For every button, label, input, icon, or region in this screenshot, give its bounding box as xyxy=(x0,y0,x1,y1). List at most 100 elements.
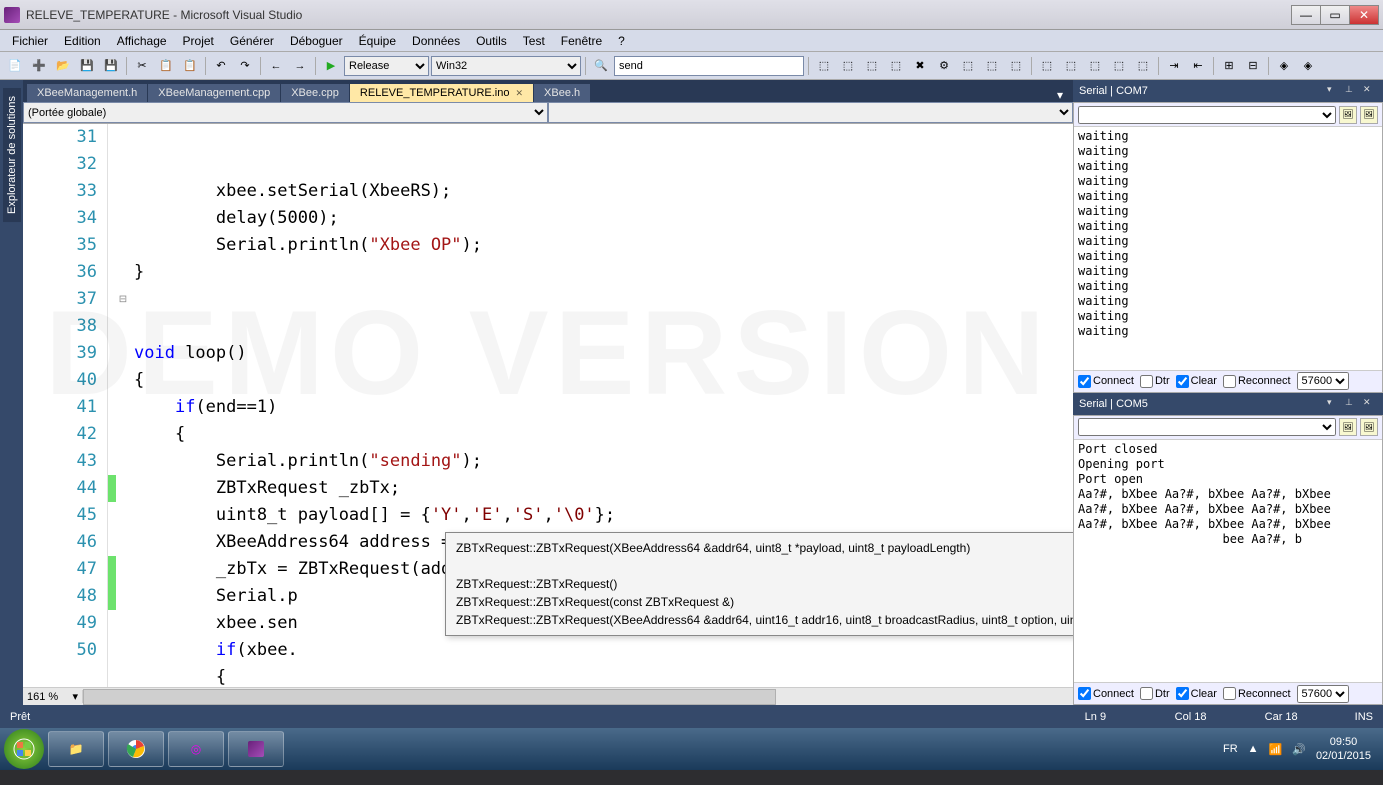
save-all-icon[interactable]: 💾 xyxy=(100,55,122,77)
connect-checkbox[interactable]: Connect xyxy=(1078,375,1134,388)
task-explorer[interactable]: 📁 xyxy=(48,731,104,767)
tb-icon-8[interactable]: ⬚ xyxy=(981,55,1003,77)
cut-icon[interactable]: ✂ xyxy=(131,55,153,77)
add-item-icon[interactable]: ➕ xyxy=(28,55,50,77)
menu-projet[interactable]: Projet xyxy=(175,32,222,50)
doc-tab[interactable]: XBeeManagement.cpp xyxy=(148,84,281,102)
reconnect-checkbox[interactable]: Reconnect xyxy=(1223,375,1291,388)
menu-générer[interactable]: Générer xyxy=(222,32,282,50)
config-select[interactable]: Release xyxy=(344,56,429,76)
tb-icon-12[interactable]: ⬚ xyxy=(1084,55,1106,77)
tb-icon-6[interactable]: ⚙ xyxy=(933,55,955,77)
doc-tab[interactable]: RELEVE_TEMPERATURE.ino✕ xyxy=(350,84,534,102)
comment-icon[interactable]: ⊞ xyxy=(1218,55,1240,77)
tabs-dropdown-icon[interactable]: ▾ xyxy=(1051,88,1069,102)
save-icon[interactable]: 💾 xyxy=(76,55,98,77)
serial-com5-output[interactable]: Port closed Opening port Port open Aa?#‚… xyxy=(1074,440,1382,683)
dtr-checkbox[interactable]: Dtr xyxy=(1140,375,1170,388)
connect-checkbox[interactable]: Connect xyxy=(1078,687,1134,700)
indent-icon[interactable]: ⇥ xyxy=(1163,55,1185,77)
menu-équipe[interactable]: Équipe xyxy=(351,32,404,50)
serial-icon-1[interactable]: 🖼 xyxy=(1339,106,1357,124)
platform-select[interactable]: Win32 xyxy=(431,56,581,76)
uncomment-icon[interactable]: ⊟ xyxy=(1242,55,1264,77)
serial-com7-output[interactable]: waiting waiting waiting waiting waiting … xyxy=(1074,127,1382,370)
doc-tab[interactable]: XBee.h xyxy=(534,84,591,102)
menu-données[interactable]: Données xyxy=(404,32,468,50)
tray-network-icon[interactable]: 📶 xyxy=(1269,743,1283,756)
taskbar-clock[interactable]: 09:50 02/01/2015 xyxy=(1316,735,1371,763)
member-dropdown[interactable] xyxy=(548,102,1073,123)
clear-checkbox[interactable]: Clear xyxy=(1176,375,1217,388)
scope-dropdown[interactable]: (Portée globale) xyxy=(23,102,548,123)
serial-com7-input[interactable] xyxy=(1078,106,1336,124)
tb-icon-10[interactable]: ⬚ xyxy=(1036,55,1058,77)
bookmark-icon[interactable]: ◈ xyxy=(1273,55,1295,77)
menu-?[interactable]: ? xyxy=(610,32,633,50)
new-project-icon[interactable]: 📄 xyxy=(4,55,26,77)
horizontal-scrollbar[interactable]: 161 %▾ xyxy=(23,687,1073,705)
hscroll-thumb[interactable] xyxy=(83,689,776,705)
zoom-level[interactable]: 161 %▾ xyxy=(23,690,83,703)
open-icon[interactable]: 📂 xyxy=(52,55,74,77)
tb-icon-9[interactable]: ⬚ xyxy=(1005,55,1027,77)
nav-back-icon[interactable]: ← xyxy=(265,55,287,77)
language-indicator[interactable]: FR xyxy=(1223,743,1238,755)
doc-tab[interactable]: XBee.cpp xyxy=(281,84,350,102)
serial-com5-input[interactable] xyxy=(1078,418,1336,436)
tb-icon-11[interactable]: ⬚ xyxy=(1060,55,1082,77)
dtr-checkbox[interactable]: Dtr xyxy=(1140,687,1170,700)
tb-icon-4[interactable]: ⬚ xyxy=(885,55,907,77)
menu-test[interactable]: Test xyxy=(515,32,553,50)
serial-icon-2[interactable]: 🖼 xyxy=(1360,418,1378,436)
paste-icon[interactable]: 📋 xyxy=(179,55,201,77)
find-in-files-icon[interactable]: 🔍 xyxy=(590,55,612,77)
redo-icon[interactable]: ↷ xyxy=(234,55,256,77)
tray-flag-icon[interactable]: ▲ xyxy=(1248,743,1259,755)
menu-affichage[interactable]: Affichage xyxy=(109,32,175,50)
maximize-button[interactable]: ▭ xyxy=(1320,5,1350,25)
system-tray[interactable]: FR ▲ 📶 🔊 09:50 02/01/2015 xyxy=(1223,735,1379,763)
menu-fenêtre[interactable]: Fenêtre xyxy=(553,32,610,50)
task-app-pink[interactable]: ◎ xyxy=(168,731,224,767)
task-chrome[interactable] xyxy=(108,731,164,767)
code-area[interactable]: xbee.setSerial(XbeeRS); delay(5000); Ser… xyxy=(130,124,1073,687)
panel-close-icon[interactable]: ✕ xyxy=(1363,84,1377,98)
outdent-icon[interactable]: ⇤ xyxy=(1187,55,1209,77)
menu-déboguer[interactable]: Déboguer xyxy=(282,32,351,50)
tb-icon-2[interactable]: ⬚ xyxy=(837,55,859,77)
task-visual-studio[interactable] xyxy=(228,731,284,767)
tb-icon-3[interactable]: ⬚ xyxy=(861,55,883,77)
panel-close-icon[interactable]: ✕ xyxy=(1363,397,1377,411)
panel-pin-icon[interactable]: ⊥ xyxy=(1345,397,1359,411)
panel-pin-icon[interactable]: ⊥ xyxy=(1345,84,1359,98)
close-button[interactable]: ✕ xyxy=(1349,5,1379,25)
serial-icon-1[interactable]: 🖼 xyxy=(1339,418,1357,436)
minimize-button[interactable]: — xyxy=(1291,5,1321,25)
find-input[interactable] xyxy=(614,56,804,76)
solution-explorer-tab[interactable]: Explorateur de solutions xyxy=(3,88,21,222)
menu-outils[interactable]: Outils xyxy=(468,32,515,50)
start-button[interactable] xyxy=(4,729,44,769)
baud-select[interactable]: 57600 xyxy=(1297,372,1349,390)
tb-icon-7[interactable]: ⬚ xyxy=(957,55,979,77)
close-tab-icon[interactable]: ✕ xyxy=(516,88,524,99)
tb-icon-1[interactable]: ⬚ xyxy=(813,55,835,77)
serial-com7-header[interactable]: Serial | COM7 ▾ ⊥ ✕ xyxy=(1073,80,1383,102)
tb-icon-5[interactable]: ✖ xyxy=(909,55,931,77)
solution-explorer-sidebar[interactable]: Explorateur de solutions xyxy=(0,80,23,705)
code-editor[interactable]: DEMO VERSION 313233343536373839404142434… xyxy=(23,124,1073,687)
tb-icon-14[interactable]: ⬚ xyxy=(1132,55,1154,77)
tb-icon-13[interactable]: ⬚ xyxy=(1108,55,1130,77)
serial-icon-2[interactable]: 🖼 xyxy=(1360,106,1378,124)
baud-select[interactable]: 57600 xyxy=(1297,685,1349,703)
nav-fwd-icon[interactable]: → xyxy=(289,55,311,77)
serial-com5-header[interactable]: Serial | COM5 ▾ ⊥ ✕ xyxy=(1073,393,1383,415)
undo-icon[interactable]: ↶ xyxy=(210,55,232,77)
start-debug-icon[interactable]: ▶ xyxy=(320,55,342,77)
doc-tab[interactable]: XBeeManagement.h xyxy=(27,84,148,102)
tray-sound-icon[interactable]: 🔊 xyxy=(1292,743,1306,756)
panel-menu-icon[interactable]: ▾ xyxy=(1327,397,1341,411)
reconnect-checkbox[interactable]: Reconnect xyxy=(1223,687,1291,700)
clear-checkbox[interactable]: Clear xyxy=(1176,687,1217,700)
